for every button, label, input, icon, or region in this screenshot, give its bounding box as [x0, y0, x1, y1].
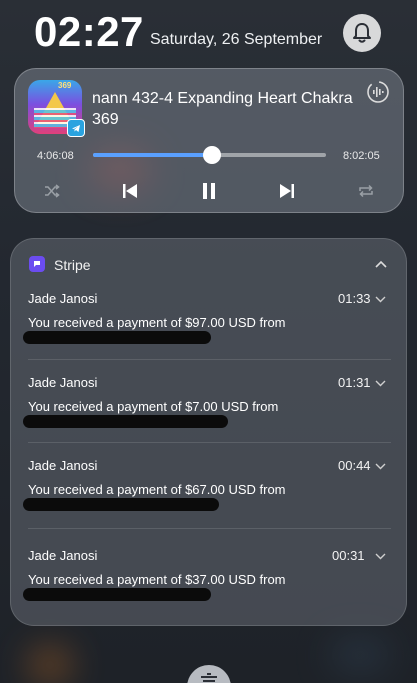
redaction-mark — [23, 331, 211, 344]
notification-sender: Jade Janosi — [28, 375, 98, 390]
seek-bar-thumb[interactable] — [202, 146, 221, 164]
skip-previous-icon — [123, 184, 137, 198]
chevron-up-icon[interactable] — [374, 259, 388, 269]
redaction-mark — [23, 498, 219, 511]
previous-button[interactable] — [117, 178, 143, 204]
notification-item[interactable]: Jade Janosi 01:31 You received a payment… — [11, 375, 408, 461]
clear-all-button[interactable] — [187, 665, 231, 683]
notification-sender: Jade Janosi — [28, 548, 98, 563]
chevron-down-icon[interactable] — [375, 552, 386, 560]
redaction-mark — [23, 588, 211, 601]
notification-message: You received a payment of $37.00 USD fro… — [28, 572, 286, 587]
notification-message: You received a payment of $67.00 USD fro… — [28, 482, 286, 497]
sound-output-icon[interactable] — [366, 80, 390, 104]
album-art-label: 369 — [58, 81, 72, 90]
skip-next-icon — [280, 184, 294, 198]
total-time: 8:02:05 — [343, 150, 380, 162]
notification-time: 00:44 — [338, 458, 371, 473]
seek-bar-fill — [93, 153, 212, 157]
divider — [28, 359, 391, 360]
chevron-down-icon[interactable] — [375, 295, 386, 303]
app-name: Stripe — [54, 257, 91, 273]
telegram-icon — [67, 119, 85, 137]
repeat-button[interactable] — [353, 178, 379, 204]
notification-time: 01:33 — [338, 291, 371, 306]
stripe-app-icon — [29, 256, 45, 272]
repeat-icon — [359, 184, 373, 198]
clear-all-icon — [201, 673, 217, 682]
seek-bar[interactable] — [93, 146, 326, 164]
background-blur — [330, 640, 390, 670]
clock: 02:27 — [34, 8, 144, 55]
bell-icon — [353, 23, 371, 43]
notification-message: You received a payment of $97.00 USD fro… — [28, 315, 286, 330]
pause-button[interactable] — [196, 178, 222, 204]
pause-icon — [203, 183, 215, 199]
elapsed-time: 4:06:08 — [37, 150, 74, 162]
redaction-mark — [23, 415, 228, 428]
track-title: nann 432-4 Expanding Heart Chakra 369 — [92, 90, 353, 128]
notification-item[interactable]: Jade Janosi 00:44 You received a payment… — [11, 458, 408, 544]
notification-time: 01:31 — [338, 375, 371, 390]
divider — [28, 528, 391, 529]
media-player-card[interactable]: 369 nann 432-4 Expanding Heart Chakra 36… — [14, 68, 404, 213]
shuffle-icon — [45, 184, 60, 198]
notification-sender: Jade Janosi — [28, 291, 98, 306]
notification-sender: Jade Janosi — [28, 458, 98, 473]
notification-settings-button[interactable] — [343, 14, 381, 52]
notification-item[interactable]: Jade Janosi 00:31 You received a payment… — [11, 548, 408, 634]
chevron-down-icon[interactable] — [375, 379, 386, 387]
shuffle-button[interactable] — [39, 178, 65, 204]
date-label: Saturday, 26 September — [150, 31, 323, 48]
notification-item[interactable]: Jade Janosi 01:33 You received a payment… — [11, 291, 408, 377]
chevron-down-icon[interactable] — [375, 462, 386, 470]
next-button[interactable] — [274, 178, 300, 204]
divider — [28, 442, 391, 443]
background-blur — [30, 650, 70, 680]
stripe-notification-group[interactable]: Stripe Jade Janosi 01:33 You received a … — [10, 238, 407, 626]
notification-time: 00:31 — [332, 548, 365, 563]
notification-message: You received a payment of $7.00 USD from — [28, 399, 279, 414]
